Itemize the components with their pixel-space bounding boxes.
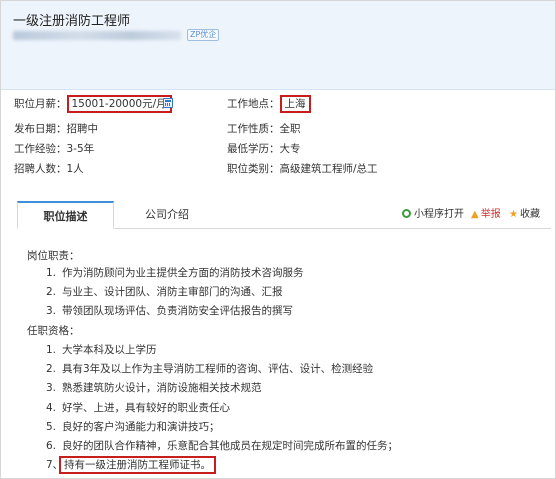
list-item: 2. 具有3年及以上作为主导消防工程师的咨询、评估、设计、检测经验 — [46, 362, 373, 376]
list-item: 3. 带领团队现场评估、负责消防安全评估报告的撰写 — [46, 304, 293, 318]
miniprogram-icon — [402, 209, 411, 218]
category-row: 职位类别：高级建筑工程师/总工 — [227, 162, 378, 176]
list-item-number: 2. — [46, 363, 57, 376]
list-item: 2. 与业主、设计团队、消防主审部门的沟通、汇报 — [46, 285, 283, 299]
list-item-number: 3. — [46, 305, 57, 317]
education-row: 最低学历：大专 — [227, 142, 301, 156]
favorite-label: 收藏 — [519, 209, 540, 220]
list-item-text: 具有3年及以上作为主导消防工程师的咨询、评估、设计、检测经验 — [62, 363, 374, 376]
list-item-number: 5. — [46, 420, 57, 433]
list-item-text: 熟悉建筑防火设计，消防设施相关技术规范 — [62, 382, 262, 395]
requirements-heading: 任职资格： — [27, 325, 80, 337]
list-item: 7、持有一级注册消防工程师证书。 — [46, 456, 216, 475]
publish-row: 发布日期：招聘中 — [14, 122, 98, 136]
list-item: 6. 良好的团队合作精神，乐意配合其他成员在规定时间完成所布置的任务； — [46, 439, 398, 453]
warning-icon: ▲ — [471, 209, 479, 220]
list-item-number: 4. — [46, 401, 57, 414]
miniprogram-link[interactable]: 小程序打开 — [402, 209, 464, 221]
experience-row: 工作经验：3-5年 — [14, 142, 94, 156]
location-label: 工作地点： — [227, 98, 280, 110]
location-row: 工作地点： 上海 — [227, 95, 311, 113]
experience-value: 3-5年 — [66, 143, 95, 155]
list-item-number: 1. — [46, 344, 57, 356]
list-item: 4. 好学、上进，具有较好的职业责任心 — [46, 401, 230, 415]
list-item-text: 良好的客户沟通能力和演讲技巧； — [62, 420, 220, 433]
star-icon: ★ — [509, 209, 518, 220]
tab-company-intro[interactable]: 公司介绍 — [127, 201, 207, 228]
category-value: 高级建筑工程师/总工 — [279, 163, 378, 175]
tab-job-description[interactable]: 职位描述 — [17, 201, 114, 229]
location-value: 上海 — [279, 95, 311, 113]
miniprogram-label: 小程序打开 — [414, 209, 464, 220]
headcount-label: 招聘人数： — [14, 163, 67, 175]
report-label: 举报 — [480, 209, 501, 220]
nature-value: 全职 — [279, 123, 301, 135]
list-item-number: 1. — [46, 267, 57, 279]
list-item-text: 好学、上进，具有较好的职业责任心 — [62, 401, 230, 414]
list-item: 5. 良好的客户沟通能力和演讲技巧； — [46, 420, 220, 434]
education-value: 大专 — [279, 143, 301, 155]
list-item-text: 持有一级注册消防工程师证书。 — [59, 456, 216, 475]
publish-label: 发布日期： — [14, 123, 67, 135]
nature-row: 工作性质：全职 — [227, 122, 301, 136]
list-item: 1. 大学本科及以上学历 — [46, 343, 157, 357]
list-item-number: 3. — [46, 382, 57, 395]
category-label: 职位类别： — [227, 163, 280, 175]
zp-badge: ZP优企 — [187, 29, 220, 41]
experience-label: 工作经验： — [14, 143, 67, 155]
headcount-value: 1人 — [66, 163, 84, 175]
list-item-number: 2. — [46, 286, 57, 298]
list-item-text: 大学本科及以上学历 — [62, 344, 157, 356]
headcount-row: 招聘人数：1人 — [14, 162, 84, 176]
job-title: 一级注册消防工程师 — [13, 14, 131, 29]
salary-row: 职位月薪： 15001-20000元/月 — [14, 95, 172, 113]
company-name-blurred[interactable] — [13, 31, 181, 40]
salary-value: 15001-20000元/月 — [66, 95, 172, 113]
list-item: 3. 熟悉建筑防火设计，消防设施相关技术规范 — [46, 381, 262, 395]
duties-heading: 岗位职责： — [27, 250, 80, 262]
education-label: 最低学历： — [227, 143, 280, 155]
list-item-text: 良好的团队合作精神，乐意配合其他成员在规定时间完成所布置的任务； — [62, 440, 398, 452]
publish-value: 招聘中 — [66, 123, 99, 135]
favorite-link[interactable]: ★ 收藏 — [509, 209, 540, 221]
list-item-text: 带领团队现场评估、负责消防安全评估报告的撰写 — [62, 305, 293, 317]
calculator-icon[interactable] — [163, 98, 173, 108]
list-item: 1. 作为消防顾问为业主提供全方面的消防技术咨询服务 — [46, 266, 304, 280]
nature-label: 工作性质： — [227, 123, 280, 135]
report-link[interactable]: ▲ 举报 — [471, 209, 501, 221]
list-item-text: 作为消防顾问为业主提供全方面的消防技术咨询服务 — [62, 267, 304, 279]
salary-label: 职位月薪： — [14, 98, 67, 110]
list-item-text: 与业主、设计团队、消防主审部门的沟通、汇报 — [62, 286, 283, 298]
job-header: 一级注册消防工程师 ZP优企 — [1, 1, 555, 90]
list-item-number: 6. — [46, 440, 57, 452]
